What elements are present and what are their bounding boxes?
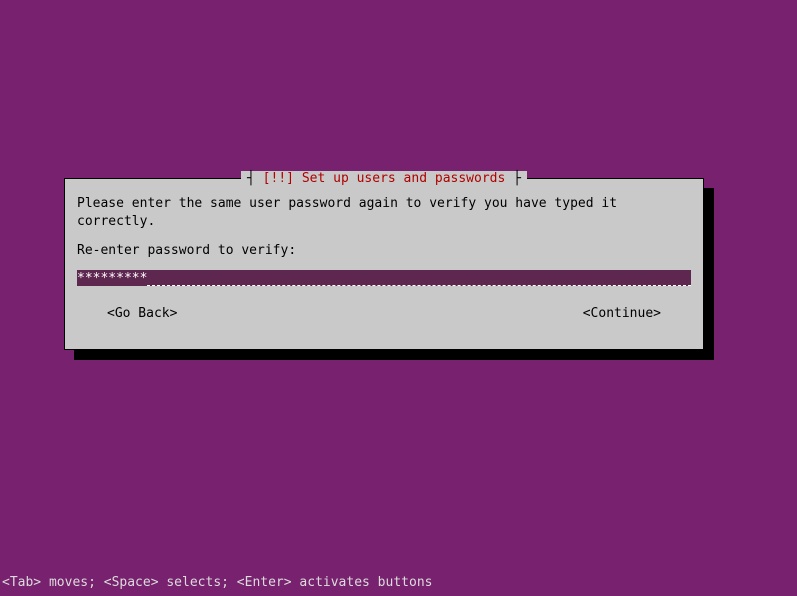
password-verify-label: Re-enter password to verify: bbox=[77, 243, 691, 258]
go-back-button[interactable]: <Go Back> bbox=[107, 306, 177, 321]
dialog-content: Please enter the same user password agai… bbox=[77, 195, 691, 321]
password-verify-value: ********* bbox=[77, 271, 147, 286]
password-input-remainder bbox=[147, 270, 691, 286]
keyboard-hint-footer: <Tab> moves; <Space> selects; <Enter> ac… bbox=[2, 575, 432, 590]
title-side-mark: ├ bbox=[505, 171, 521, 186]
input-underline bbox=[147, 285, 691, 286]
title-side-mark: ┤ bbox=[247, 171, 263, 186]
dialog-button-row: <Go Back> <Continue> bbox=[77, 306, 691, 321]
dialog-title: ┤ [!!] Set up users and passwords ├ bbox=[241, 171, 527, 186]
dialog-instruction: Please enter the same user password agai… bbox=[77, 195, 691, 231]
dialog-title-marker: [!!] bbox=[263, 171, 294, 186]
dialog-title-wrap: ┤ [!!] Set up users and passwords ├ bbox=[65, 171, 703, 186]
password-verify-input[interactable]: ********* bbox=[77, 270, 691, 286]
continue-button[interactable]: <Continue> bbox=[583, 306, 661, 321]
dialog-title-text: Set up users and passwords bbox=[302, 171, 506, 186]
setup-users-passwords-dialog: ┤ [!!] Set up users and passwords ├ Plea… bbox=[64, 178, 704, 350]
